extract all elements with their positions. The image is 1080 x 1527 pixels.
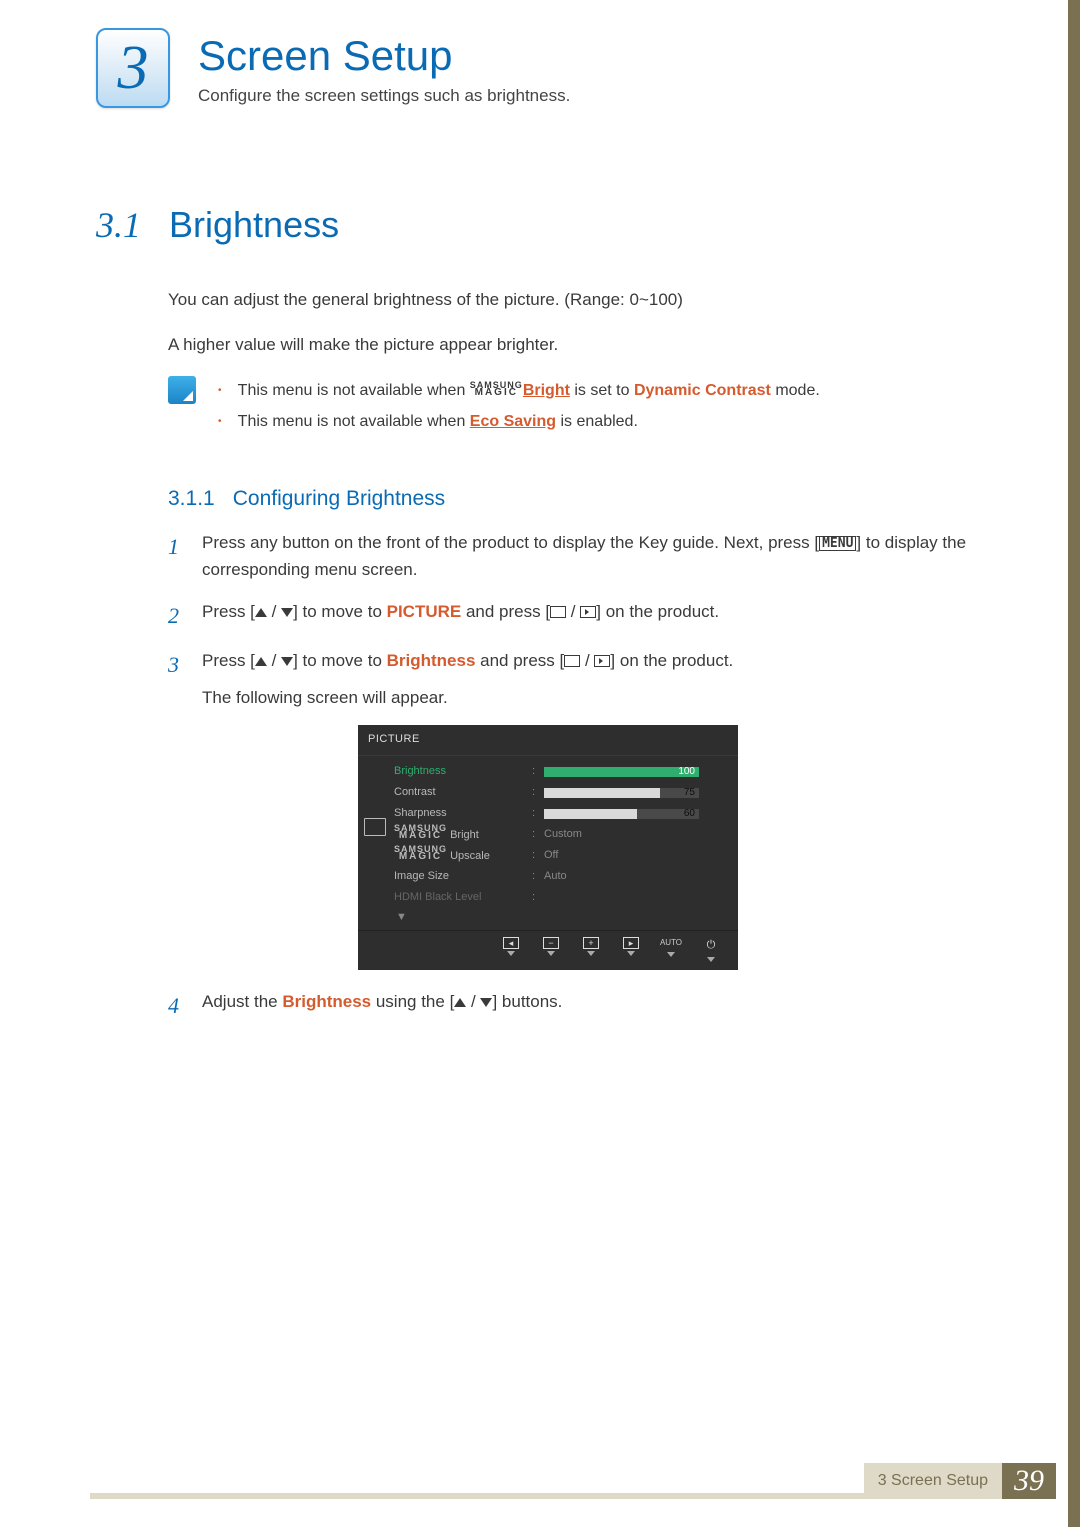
eco-saving-link[interactable]: Eco Saving [470, 413, 556, 430]
osd-tab-icon [364, 818, 386, 836]
footer-text: 3 Screen Setup [864, 1463, 1002, 1499]
osd-plus-button: + [574, 937, 608, 962]
intro-line-2: A higher value will make the picture app… [168, 331, 990, 358]
picture-text: PICTURE [387, 602, 462, 621]
intro-line-1: You can adjust the general brightness of… [168, 286, 990, 313]
side-stripe [1068, 0, 1080, 1527]
step-3: 3 Press [ / ] to move to Brightness and … [168, 647, 990, 711]
osd-back-button: ◂ [494, 937, 528, 962]
menu-key-icon: MENU [819, 536, 856, 551]
osd-list: Brightness:100Contrast:75Sharpness:60SAM… [392, 756, 738, 931]
chapter-number: 3 [118, 33, 149, 104]
step-4: 4 Adjust the Brightness using the [ / ] … [168, 988, 990, 1023]
section-intro: You can adjust the general brightness of… [168, 286, 990, 358]
note-icon [168, 376, 196, 404]
section-number: 3.1 [96, 204, 141, 246]
osd-minus-button: − [534, 937, 568, 962]
osd-screenshot: PICTURE Brightness:100Contrast:75Sharpne… [358, 725, 990, 970]
footer-rule [90, 1493, 864, 1499]
osd-tab-column [358, 756, 392, 931]
step-list: 1 Press any button on the front of the p… [168, 529, 990, 1023]
osd-row: SAMSUNGMAGIC Bright:Custom [394, 825, 726, 846]
subsection-header: 3.1.1 Configuring Brightness [168, 487, 990, 511]
enter-arrow-icon [580, 606, 596, 618]
osd-row: HDMI Black Level: [394, 888, 726, 909]
osd-row: Contrast:75 [394, 783, 726, 804]
note-item-2: This menu is not available when Eco Savi… [218, 407, 820, 437]
chapter-header: 3 Screen Setup Configure the screen sett… [96, 28, 990, 108]
down-arrow-icon [281, 657, 293, 666]
brightness-text: Brightness [282, 992, 371, 1011]
osd-enter-button: ▸ [614, 937, 648, 962]
enter-rect-icon [550, 606, 566, 618]
dynamic-contrast-text: Dynamic Contrast [634, 382, 771, 399]
section-title: Brightness [169, 204, 339, 246]
chapter-badge: 3 [96, 28, 170, 108]
subsection-number: 3.1.1 [168, 487, 215, 511]
note-box: This menu is not available when SAMSUNGM… [168, 376, 990, 437]
footer: 3 Screen Setup 39 [90, 1463, 1056, 1499]
up-arrow-icon [255, 608, 267, 617]
osd-row: Image Size:Auto [394, 867, 726, 888]
brightness-text: Brightness [387, 651, 476, 670]
chapter-title: Screen Setup [198, 32, 570, 80]
osd-power-button: ⏻ [694, 937, 728, 962]
section-header: 3.1 Brightness [96, 204, 990, 246]
note-item-1: This menu is not available when SAMSUNGM… [218, 376, 820, 406]
osd-row: SAMSUNGMAGIC Upscale:Off [394, 846, 726, 867]
page-number: 39 [1002, 1463, 1056, 1499]
osd-row: Brightness:100 [394, 762, 726, 783]
up-arrow-icon [255, 657, 267, 666]
down-arrow-icon [281, 608, 293, 617]
step-3-followup: The following screen will appear. [202, 684, 733, 711]
samsung-magic-logo: SAMSUNGMAGIC [470, 382, 523, 397]
chapter-subtitle: Configure the screen settings such as br… [198, 86, 570, 106]
osd-bottom-bar: ◂ − + ▸ AUTO ⏻ [358, 930, 738, 970]
enter-rect-icon [564, 655, 580, 667]
osd-row: Sharpness:60 [394, 804, 726, 825]
osd-auto-button: AUTO [654, 937, 688, 962]
up-arrow-icon [454, 998, 466, 1007]
osd-title: PICTURE [358, 725, 738, 755]
note-list: This menu is not available when SAMSUNGM… [218, 376, 820, 437]
down-arrow-icon [480, 998, 492, 1007]
step-1: 1 Press any button on the front of the p… [168, 529, 990, 583]
enter-arrow-icon [594, 655, 610, 667]
magic-bright-link[interactable]: Bright [523, 382, 570, 399]
subsection-title: Configuring Brightness [233, 487, 445, 511]
page-content: 3 Screen Setup Configure the screen sett… [0, 0, 1080, 1023]
step-2: 2 Press [ / ] to move to PICTURE and pre… [168, 598, 990, 633]
